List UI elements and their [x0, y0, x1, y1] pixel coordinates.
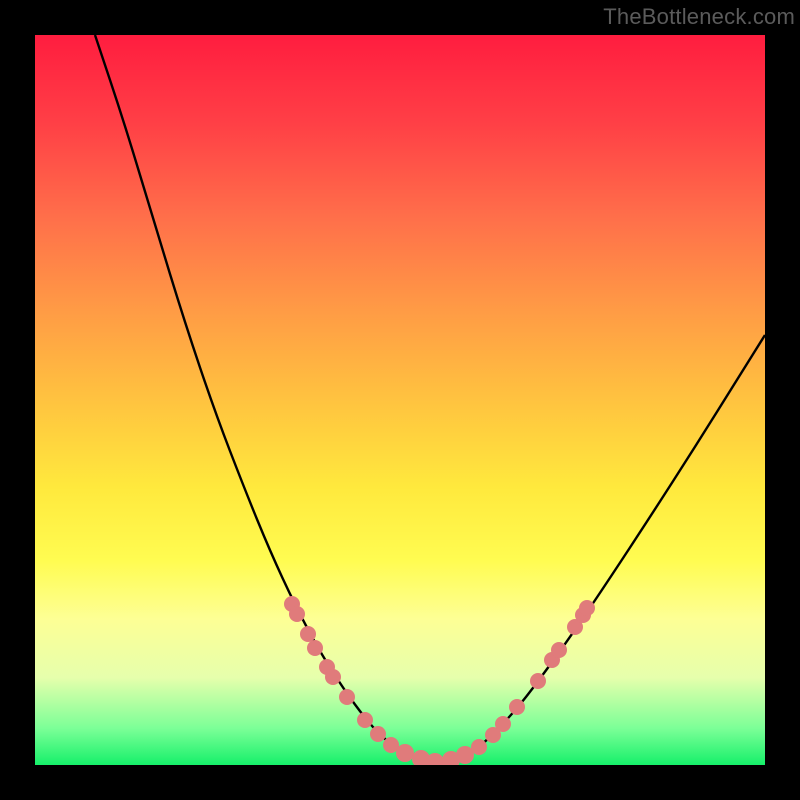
marker-dot	[530, 673, 546, 689]
marker-dot	[300, 626, 316, 642]
marker-dot	[289, 606, 305, 622]
chart-frame: TheBottleneck.com	[0, 0, 800, 800]
marker-dot	[471, 739, 487, 755]
attribution-text: TheBottleneck.com	[603, 4, 795, 30]
marker-dot	[509, 699, 525, 715]
marker-dot	[495, 716, 511, 732]
marker-dot	[307, 640, 323, 656]
marker-dot	[551, 642, 567, 658]
marker-dot	[370, 726, 386, 742]
marker-dot	[396, 744, 414, 762]
right-limb-path	[440, 335, 765, 763]
marker-dot	[325, 669, 341, 685]
marker-dot	[357, 712, 373, 728]
marker-dot	[339, 689, 355, 705]
left-limb-path	[95, 35, 440, 763]
markers-group	[284, 596, 595, 765]
plot-area	[35, 35, 765, 765]
curve-svg	[35, 35, 765, 765]
marker-dot	[579, 600, 595, 616]
